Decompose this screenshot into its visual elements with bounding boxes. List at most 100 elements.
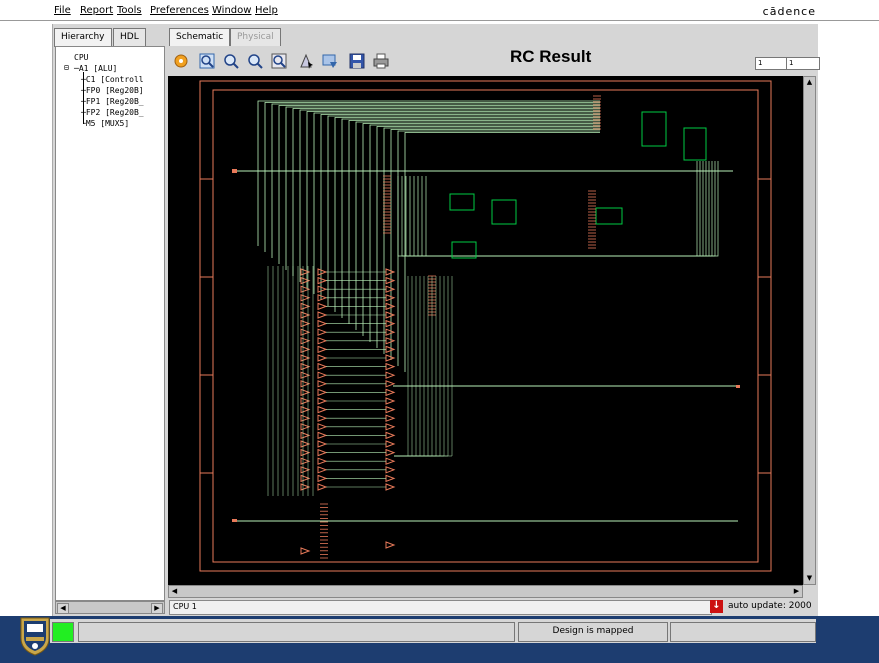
tree-root[interactable]: CPU bbox=[74, 53, 88, 63]
wire bbox=[394, 276, 453, 457]
tree-node-fp2[interactable]: ─FP2 [Reg20B_ bbox=[81, 108, 144, 118]
tree-node-fp1[interactable]: ─FP1 [Reg20B_ bbox=[81, 97, 144, 107]
tree-node-fp0[interactable]: ─FP0 [Reg20B] bbox=[81, 86, 144, 96]
wire bbox=[376, 126, 600, 348]
buffer-cell bbox=[317, 405, 328, 414]
scroll-right-icon[interactable]: ▶ bbox=[151, 603, 163, 614]
buffer-cell bbox=[317, 328, 328, 336]
download-icon[interactable]: ↓ bbox=[710, 600, 723, 613]
buffer-cell bbox=[317, 371, 328, 379]
buffer-cell bbox=[385, 457, 396, 465]
buffer-cell bbox=[317, 294, 328, 302]
hierarchy-hscrollbar[interactable]: ◀ ▶ bbox=[55, 601, 165, 614]
canvas-hscrollbar[interactable]: ◀ ▶ bbox=[168, 585, 803, 598]
buffer-cell bbox=[317, 311, 328, 319]
buffer-cell bbox=[385, 276, 396, 285]
menu-divider bbox=[0, 20, 879, 21]
scroll-right-icon[interactable]: ▶ bbox=[792, 587, 801, 596]
wire bbox=[394, 276, 413, 457]
wire bbox=[327, 115, 600, 306]
buffer-cell bbox=[317, 423, 328, 431]
output-pin bbox=[736, 385, 740, 388]
home-icon[interactable] bbox=[173, 53, 189, 69]
tree-node-a1[interactable]: ─A1 [ALU] bbox=[74, 64, 117, 74]
footer-band: Design is mapped bbox=[0, 616, 879, 663]
logic-cell bbox=[491, 199, 517, 225]
buffer-cell bbox=[317, 276, 328, 285]
menu-report[interactable]: Report bbox=[80, 5, 113, 16]
wire bbox=[394, 276, 445, 457]
canvas-vscrollbar[interactable]: ▲ ▼ bbox=[803, 76, 816, 585]
logic-cell bbox=[595, 207, 623, 225]
wire bbox=[348, 120, 600, 324]
buffer-cell bbox=[317, 448, 328, 457]
buffer-cell bbox=[385, 474, 396, 483]
tree-node-m5[interactable]: └M5 [MUX5] bbox=[81, 119, 129, 129]
print-icon[interactable] bbox=[373, 53, 389, 69]
menu-bar: File Report Tools Preferences Window Hel… bbox=[52, 4, 818, 20]
wire bbox=[334, 117, 600, 312]
wire bbox=[362, 123, 600, 336]
buffer-cell bbox=[317, 457, 328, 465]
menu-file[interactable]: File bbox=[54, 5, 71, 16]
expand-icon[interactable]: ⊟ bbox=[64, 63, 69, 73]
tab-physical[interactable]: Physical bbox=[230, 28, 281, 47]
menu-tools[interactable]: Tools bbox=[117, 5, 142, 16]
status-message-field bbox=[78, 622, 515, 642]
buffer-cell bbox=[385, 431, 396, 440]
scroll-left-icon[interactable]: ◀ bbox=[57, 603, 69, 614]
tab-schematic[interactable]: Schematic bbox=[169, 28, 231, 47]
buffer-cell bbox=[385, 268, 396, 276]
page-current-field[interactable]: 1 bbox=[755, 57, 789, 70]
buffer-cell bbox=[385, 541, 396, 549]
menu-window[interactable]: Window bbox=[212, 5, 251, 16]
buffer-cell bbox=[385, 405, 396, 414]
wire bbox=[292, 108, 600, 276]
buffer-cell bbox=[317, 397, 328, 405]
buffer-cell bbox=[385, 414, 396, 422]
buffer-cell bbox=[385, 397, 396, 405]
wire bbox=[369, 124, 600, 342]
schematic-canvas[interactable] bbox=[168, 76, 803, 585]
buffer-cell bbox=[317, 345, 328, 354]
save-icon[interactable] bbox=[349, 53, 365, 69]
buffer-cell bbox=[317, 414, 328, 422]
filter-icon[interactable] bbox=[322, 53, 338, 69]
menu-preferences[interactable]: Preferences bbox=[150, 5, 209, 16]
auto-update-label: auto update: 2000 bbox=[728, 601, 812, 611]
buffer-cell bbox=[385, 466, 396, 474]
menu-help[interactable]: Help bbox=[255, 5, 278, 16]
tab-hdl[interactable]: HDL bbox=[113, 28, 146, 47]
buffer-cell bbox=[300, 547, 311, 555]
brand-logo: cādence bbox=[762, 5, 816, 18]
page-total-field[interactable]: 1 bbox=[786, 57, 820, 70]
buffer-cell bbox=[317, 466, 328, 474]
zoom-fit-icon[interactable] bbox=[199, 53, 215, 69]
design-state-field: Design is mapped bbox=[518, 622, 668, 642]
input-pin bbox=[232, 169, 237, 173]
wire bbox=[394, 276, 425, 457]
schematic-toolbar: RC Result 1 1 bbox=[168, 46, 820, 76]
zoom-out-icon[interactable] bbox=[247, 53, 263, 69]
schematic-drawing bbox=[199, 80, 772, 572]
status-indicator bbox=[52, 622, 74, 642]
tab-hierarchy[interactable]: Hierarchy bbox=[54, 28, 112, 47]
zoom-in-icon[interactable] bbox=[223, 53, 239, 69]
tree-node-c1[interactable]: ─C1 [Controll bbox=[81, 75, 144, 85]
buffer-cell bbox=[317, 268, 328, 276]
university-crest-logo bbox=[20, 617, 50, 656]
buffer-cell bbox=[385, 483, 396, 491]
buffer-cell bbox=[317, 302, 328, 311]
scroll-left-icon[interactable]: ◀ bbox=[170, 587, 179, 596]
buffer-cell bbox=[317, 474, 328, 483]
input-pin bbox=[232, 519, 237, 522]
scroll-up-icon[interactable]: ▲ bbox=[805, 78, 814, 87]
cpu-field[interactable]: CPU 1 bbox=[169, 600, 712, 615]
buffer-cell bbox=[317, 319, 328, 328]
zoom-area-icon[interactable] bbox=[271, 53, 287, 69]
buffer-cell bbox=[317, 337, 328, 345]
select-icon[interactable] bbox=[298, 53, 314, 69]
wire bbox=[313, 112, 600, 294]
scroll-down-icon[interactable]: ▼ bbox=[805, 574, 814, 583]
buffer-cell bbox=[385, 311, 396, 319]
